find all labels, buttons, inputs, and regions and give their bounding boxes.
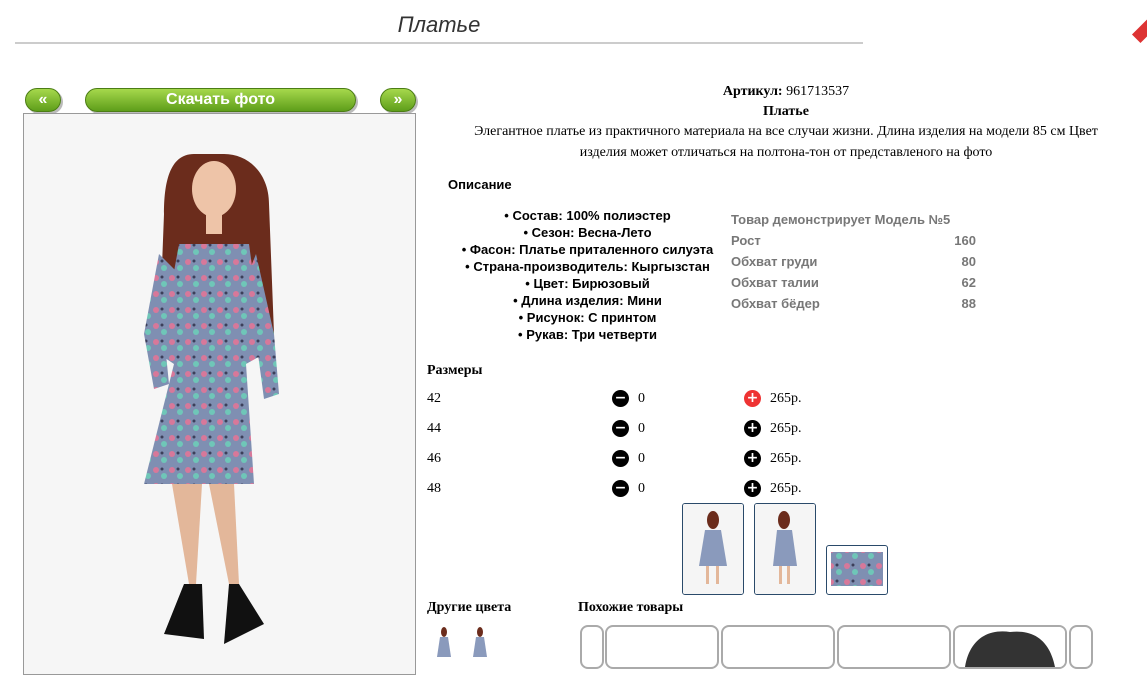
thumbnail-image [473, 627, 487, 657]
plus-icon[interactable]: + [744, 480, 761, 497]
measure-label: Обхват груди [731, 254, 818, 269]
corner-logo-mark [1131, 18, 1147, 44]
attribute-item: Сезон: Весна-Лето [445, 224, 730, 241]
minus-icon[interactable]: − [612, 420, 629, 437]
attribute-item: Длина изделия: Мини [445, 292, 730, 309]
article-label: Артикул: [722, 84, 783, 99]
measure-label: Обхват талии [731, 275, 819, 290]
main-product-photo[interactable] [23, 113, 416, 675]
measure-value: 160 [954, 233, 976, 248]
attribute-item: Страна-производитель: Кыргызстан [445, 258, 730, 275]
minus-icon[interactable]: − [612, 480, 629, 497]
next-photo-button[interactable]: » [380, 88, 416, 112]
size-label: 48 [427, 481, 441, 496]
measure-label: Рост [731, 233, 761, 248]
plus-icon[interactable]: + [744, 390, 761, 407]
size-row: 48 − 0 + 265р. [427, 479, 827, 501]
thumbnail-image [755, 504, 815, 594]
minus-icon[interactable]: − [612, 390, 629, 407]
description-heading: Описание [448, 177, 512, 192]
similar-product-image [955, 627, 1065, 667]
price-value: 265р. [770, 451, 802, 466]
similar-product-card[interactable] [953, 625, 1067, 669]
price-value: 265р. [770, 481, 802, 496]
quantity-value: 0 [638, 451, 645, 466]
thumbnail-image [437, 627, 451, 657]
attribute-item: Состав: 100% полиэстер [445, 207, 730, 224]
similar-products-heading: Похожие товары [578, 600, 684, 615]
attribute-item: Рисунок: С принтом [445, 309, 730, 326]
product-summary-line-2: изделия может отличаться на полтона-тон … [579, 145, 993, 160]
similar-product-card[interactable] [721, 625, 835, 669]
measure-value: 88 [961, 296, 976, 311]
attribute-list: Состав: 100% полиэстер Сезон: Весна-Лето… [445, 207, 730, 343]
size-row: 46 − 0 + 265р. [427, 449, 827, 471]
minus-icon[interactable]: − [612, 450, 629, 467]
attribute-item: Рукав: Три четверти [445, 326, 730, 343]
size-label: 44 [427, 421, 441, 436]
plus-icon[interactable]: + [744, 420, 761, 437]
plus-icon[interactable]: + [744, 450, 761, 467]
attribute-item: Цвет: Бирюзовый [445, 275, 730, 292]
product-name: Платье [763, 104, 809, 119]
similar-scroll-right[interactable] [1069, 625, 1093, 669]
size-label: 46 [427, 451, 441, 466]
model-photo-illustration [24, 114, 415, 674]
other-color-thumbnail[interactable] [466, 625, 494, 665]
model-header: Товар демонстрирует Модель №5 [731, 212, 951, 227]
article-value: 961713537 [786, 84, 850, 99]
other-color-thumbnail[interactable] [430, 625, 458, 665]
price-value: 265р. [770, 391, 802, 406]
thumbnail-front[interactable] [682, 503, 744, 595]
thumbnail-image [683, 504, 743, 594]
quantity-value: 0 [638, 421, 645, 436]
other-colors-heading: Другие цвета [427, 600, 512, 615]
quantity-value: 0 [638, 391, 645, 406]
attribute-item: Фасон: Платье приталенного силуэта [445, 241, 730, 258]
download-photo-button[interactable]: Скачать фото [85, 88, 356, 112]
similar-product-card[interactable] [837, 625, 951, 669]
article-line: Артикул: 961713537 [425, 84, 1147, 100]
thumbnail-side[interactable] [754, 503, 816, 595]
similar-product-card[interactable] [605, 625, 719, 669]
sizes-heading: Размеры [427, 363, 483, 378]
thumbnail-image [831, 552, 883, 586]
page-title: Платье [15, 12, 863, 44]
size-row: 44 − 0 + 265р. [427, 419, 827, 441]
measure-value: 62 [961, 275, 976, 290]
measure-value: 80 [961, 254, 976, 269]
quantity-value: 0 [638, 481, 645, 496]
measure-label: Обхват бёдер [731, 296, 820, 311]
product-summary-line-1: Элегантное платье из практичного материа… [474, 124, 1098, 139]
price-value: 265р. [770, 421, 802, 436]
thumbnail-fabric[interactable] [826, 545, 888, 595]
model-measurements-table: Товар демонстрирует Модель №5 Рост 160 Об… [731, 209, 976, 314]
size-row: 42 − 0 + 265р. [427, 389, 827, 411]
size-label: 42 [427, 391, 441, 406]
prev-photo-button[interactable]: « [25, 88, 61, 112]
similar-scroll-left[interactable] [580, 625, 604, 669]
